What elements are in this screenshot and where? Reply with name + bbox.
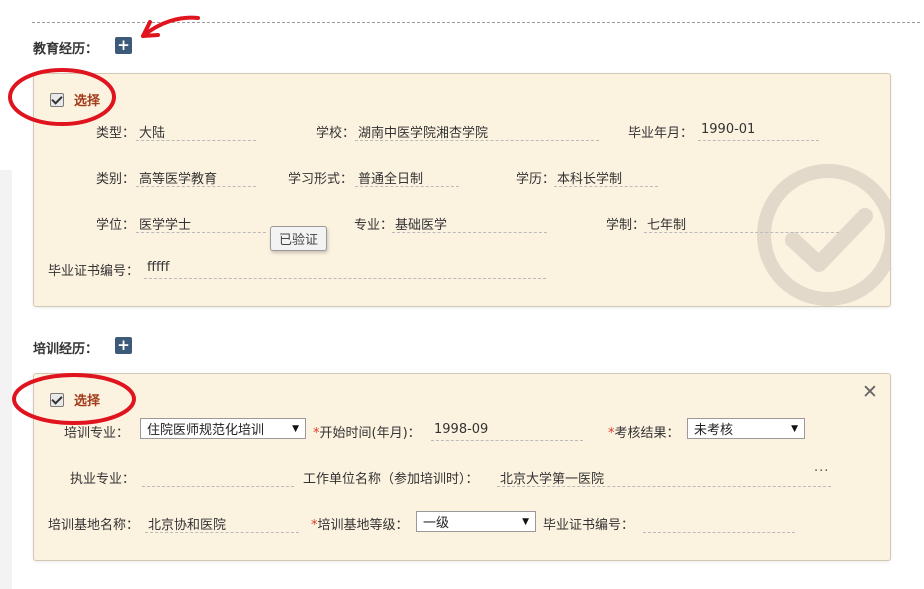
edu-school-field[interactable]: 湖南中医学院湘杏学院 <box>355 122 599 141</box>
edu-degree-label: 学位： <box>96 218 136 233</box>
training-select-checkbox[interactable] <box>50 392 64 407</box>
edu-school-label: 学校： <box>316 126 356 141</box>
train-major-label: 培训专业： <box>64 426 130 441</box>
train-base-label: 培训基地名称： <box>48 518 140 533</box>
arrow-head-annotation-icon <box>141 20 160 38</box>
train-assess-label: *考核结果： <box>608 422 680 441</box>
edu-study-label: 学习形式： <box>288 172 354 187</box>
close-training-icon[interactable]: ✕ <box>862 381 878 403</box>
edu-grad-field[interactable]: 1990-01 <box>698 122 819 141</box>
more-options-icon[interactable]: ··· <box>814 464 829 479</box>
edu-cert-field[interactable]: fffff <box>144 260 546 279</box>
education-select[interactable]: 选择 <box>50 90 100 109</box>
education-select-checkbox[interactable] <box>50 92 64 107</box>
train-employer-label: 工作单位名称（参加培训时）： <box>303 472 479 487</box>
train-practice-field[interactable] <box>142 468 294 487</box>
train-major-value: 住院医师规范化培训 <box>147 423 265 438</box>
edu-category-field[interactable]: 高等医学教育 <box>136 168 256 187</box>
education-section-title: 教育经历： <box>33 42 99 57</box>
train-level-value: 一级 <box>423 516 450 531</box>
edu-major-field[interactable]: 基础医学 <box>392 214 547 233</box>
edu-length-field[interactable]: 七年制 <box>644 214 839 233</box>
edu-type-label: 类型： <box>96 126 136 141</box>
training-select[interactable]: 选择 <box>50 390 100 409</box>
train-start-field[interactable]: 1998-09 <box>431 422 583 441</box>
verified-tooltip: 已验证 <box>270 226 328 251</box>
add-training-button[interactable]: + <box>115 337 132 354</box>
check-icon <box>51 392 63 405</box>
train-level-select[interactable]: 一级 ▼ <box>416 511 536 532</box>
top-divider <box>32 22 920 23</box>
train-major-select[interactable]: 住院医师规范化培训 ▼ <box>140 418 306 439</box>
train-assess-select[interactable]: 未考核 ▼ <box>687 418 805 439</box>
train-assess-label-text: 考核结果： <box>614 426 680 441</box>
check-icon <box>51 92 63 105</box>
train-level-label: *培训基地等级： <box>311 514 409 533</box>
edu-type-field[interactable]: 大陆 <box>136 122 256 141</box>
edu-study-field[interactable]: 普通全日制 <box>355 168 459 187</box>
train-employer-field[interactable]: 北京大学第一医院 <box>497 468 831 487</box>
train-start-label: *开始时间(年月)： <box>313 422 421 441</box>
edu-record-field[interactable]: 本科长学制 <box>554 168 658 187</box>
edu-degree-field[interactable]: 医学学士 <box>136 214 266 233</box>
train-base-field[interactable]: 北京协和医院 <box>145 514 299 533</box>
train-practice-label: 执业专业： <box>70 472 136 487</box>
train-start-label-text: 开始时间(年月)： <box>319 426 421 441</box>
dropdown-arrow-icon: ▼ <box>292 423 299 434</box>
left-gutter <box>0 170 12 589</box>
training-section-title: 培训经历： <box>33 342 99 357</box>
edu-length-label: 学制： <box>606 218 646 233</box>
edu-record-label: 学历： <box>516 172 556 187</box>
verified-watermark-icon <box>757 164 890 306</box>
dropdown-arrow-icon: ▼ <box>522 516 529 527</box>
arrow-annotation-icon <box>141 15 200 38</box>
education-select-label: 选择 <box>74 94 101 109</box>
train-cert-field[interactable] <box>643 514 795 533</box>
train-level-label-text: 培训基地等级： <box>317 518 409 533</box>
edu-major-label: 专业： <box>354 218 394 233</box>
add-education-button[interactable]: + <box>115 37 132 54</box>
edu-category-label: 类别： <box>96 172 136 187</box>
training-select-label: 选择 <box>74 394 101 409</box>
edu-cert-label: 毕业证书编号： <box>48 264 140 279</box>
train-cert-label: 毕业证书编号： <box>543 518 635 533</box>
train-assess-value: 未考核 <box>694 423 734 438</box>
edu-grad-label: 毕业年月： <box>628 126 694 141</box>
dropdown-arrow-icon: ▼ <box>791 423 798 434</box>
